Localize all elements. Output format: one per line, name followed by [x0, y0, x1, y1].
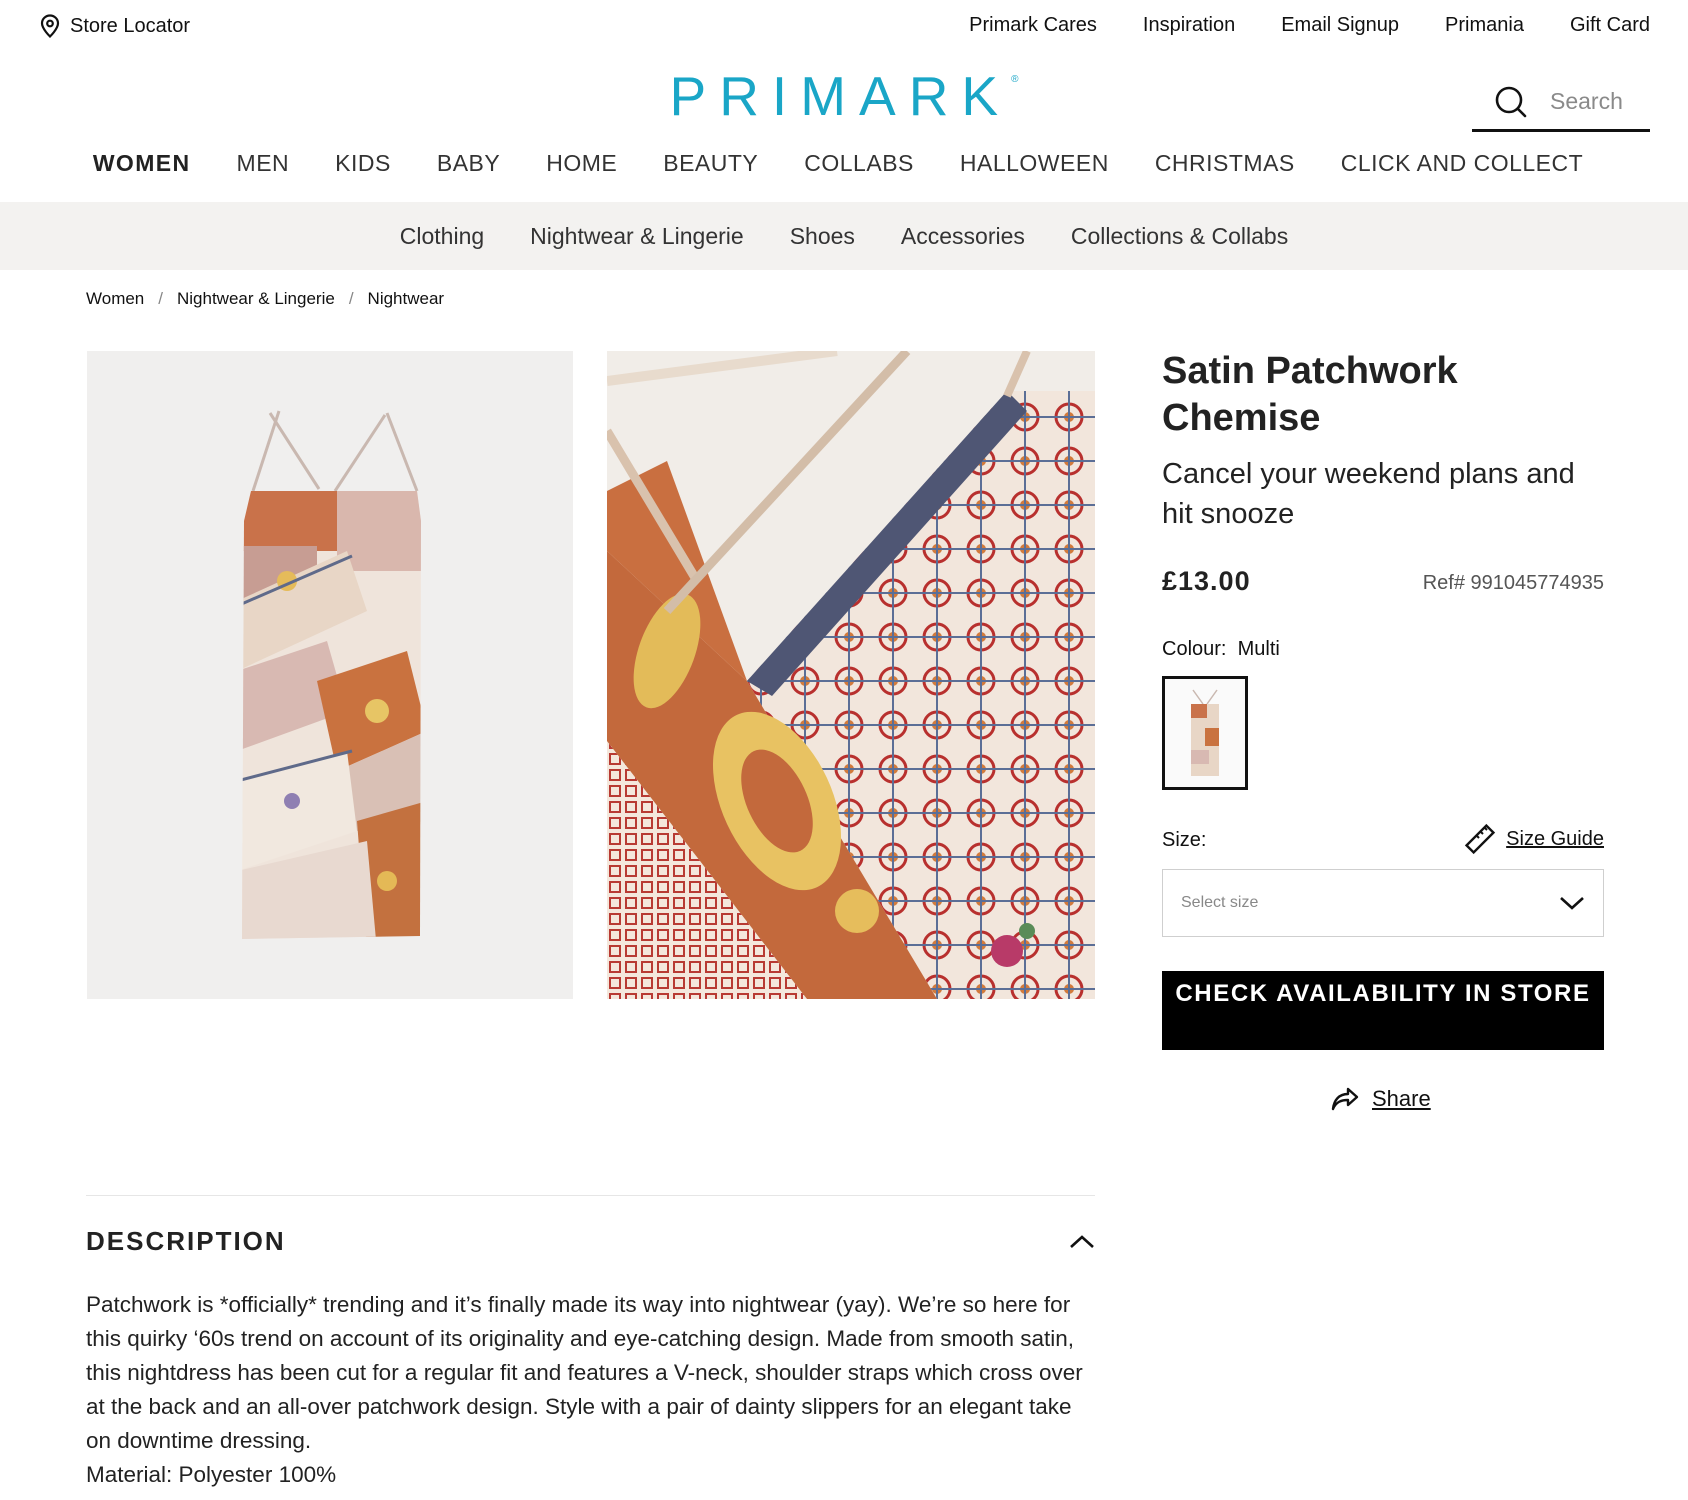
colour-label: Colour: — [1162, 638, 1227, 660]
breadcrumb: Women / Nightwear & Lingerie / Nightwear — [86, 289, 444, 309]
primark-logo[interactable]: PRIMARK® — [0, 64, 1688, 128]
email-signup-link[interactable]: Email Signup — [1281, 14, 1399, 37]
size-guide-link[interactable]: Size Guide — [1464, 823, 1604, 855]
product-price: £13.00 — [1162, 566, 1251, 596]
search-box[interactable]: Search — [1472, 74, 1650, 132]
subnav-shoes[interactable]: Shoes — [790, 223, 855, 250]
search-icon — [1495, 86, 1527, 117]
description-text: Patchwork is *officially* trending and i… — [86, 1292, 1083, 1453]
colour-swatch-multi[interactable] — [1162, 676, 1248, 790]
product-subtitle: Cancel your weekend plans and hit snooze — [1162, 458, 1575, 530]
subnav-clothing[interactable]: Clothing — [400, 223, 484, 250]
chevron-up-icon — [1070, 1234, 1094, 1248]
nav-kids[interactable]: KIDS — [335, 150, 391, 177]
search-input[interactable]: Search — [1550, 88, 1623, 115]
product-title: Satin Patchwork Chemise — [1162, 350, 1458, 439]
chevron-down-icon — [1560, 897, 1584, 910]
share-icon — [1331, 1087, 1359, 1111]
size-select-placeholder: Select size — [1181, 894, 1259, 911]
store-locator-link[interactable]: Store Locator — [40, 14, 190, 38]
subnav-collections-collabs[interactable]: Collections & Collabs — [1071, 223, 1288, 250]
section-divider — [86, 1195, 1095, 1196]
check-availability-button[interactable]: CHECK AVAILABILITY IN STORE — [1162, 971, 1604, 1050]
description-heading: DESCRIPTION — [86, 1226, 286, 1256]
fabric-detail-illustration — [607, 351, 1095, 999]
size-guide-label: Size Guide — [1506, 827, 1604, 850]
breadcrumb-women[interactable]: Women — [86, 289, 144, 309]
utility-links: Primark Cares Inspiration Email Signup P… — [969, 14, 1650, 37]
breadcrumb-separator: / — [348, 289, 354, 308]
ruler-icon — [1465, 823, 1496, 855]
gift-card-link[interactable]: Gift Card — [1570, 14, 1650, 37]
swatch-thumbnail — [1191, 689, 1219, 776]
nav-halloween[interactable]: HALLOWEEN — [960, 150, 1109, 177]
main-nav: WOMEN MEN KIDS BABY HOME BEAUTY COLLABS … — [0, 150, 1688, 177]
description-toggle[interactable]: DESCRIPTION — [86, 1226, 1095, 1257]
nav-collabs[interactable]: COLLABS — [804, 150, 914, 177]
product-image-detail[interactable] — [607, 351, 1095, 999]
primania-link[interactable]: Primania — [1445, 14, 1524, 37]
description-material: Material: Polyester 100% — [86, 1462, 337, 1487]
nav-home[interactable]: HOME — [546, 150, 617, 177]
description-body: Patchwork is *officially* trending and i… — [86, 1288, 1096, 1492]
chemise-illustration — [242, 410, 421, 939]
nav-women[interactable]: WOMEN — [93, 150, 191, 177]
size-label: Size: — [1162, 829, 1207, 851]
registered-mark: ® — [1011, 74, 1019, 85]
share-link[interactable]: Share — [1330, 1086, 1431, 1112]
share-label: Share — [1372, 1086, 1431, 1111]
colour-info: Colour: Multi — [1162, 638, 1280, 661]
location-pin-icon — [40, 14, 60, 38]
product-ref: Ref# 991045774935 — [1422, 572, 1604, 594]
store-locator-label: Store Locator — [70, 14, 191, 37]
nav-click-and-collect[interactable]: CLICK AND COLLECT — [1341, 150, 1583, 177]
size-select[interactable]: Select size — [1162, 869, 1604, 937]
primark-cares-link[interactable]: Primark Cares — [969, 14, 1097, 37]
subnav-accessories[interactable]: Accessories — [901, 223, 1025, 250]
nav-christmas[interactable]: CHRISTMAS — [1155, 150, 1295, 177]
logo-text: PRIMARK — [669, 65, 1012, 127]
nav-men[interactable]: MEN — [237, 150, 290, 177]
subnav-nightwear-lingerie[interactable]: Nightwear & Lingerie — [530, 223, 744, 250]
utility-bar: Store Locator Primark Cares Inspiration … — [0, 0, 1688, 54]
colour-value: Multi — [1237, 638, 1280, 660]
breadcrumb-nightwear-lingerie[interactable]: Nightwear & Lingerie — [177, 289, 335, 309]
breadcrumb-nightwear[interactable]: Nightwear — [368, 289, 445, 309]
nav-baby[interactable]: BABY — [437, 150, 500, 177]
product-image-front[interactable] — [87, 351, 573, 999]
breadcrumb-separator: / — [158, 289, 163, 308]
nav-beauty[interactable]: BEAUTY — [663, 150, 758, 177]
sub-nav: Clothing Nightwear & Lingerie Shoes Acce… — [0, 202, 1688, 270]
inspiration-link[interactable]: Inspiration — [1143, 14, 1235, 37]
